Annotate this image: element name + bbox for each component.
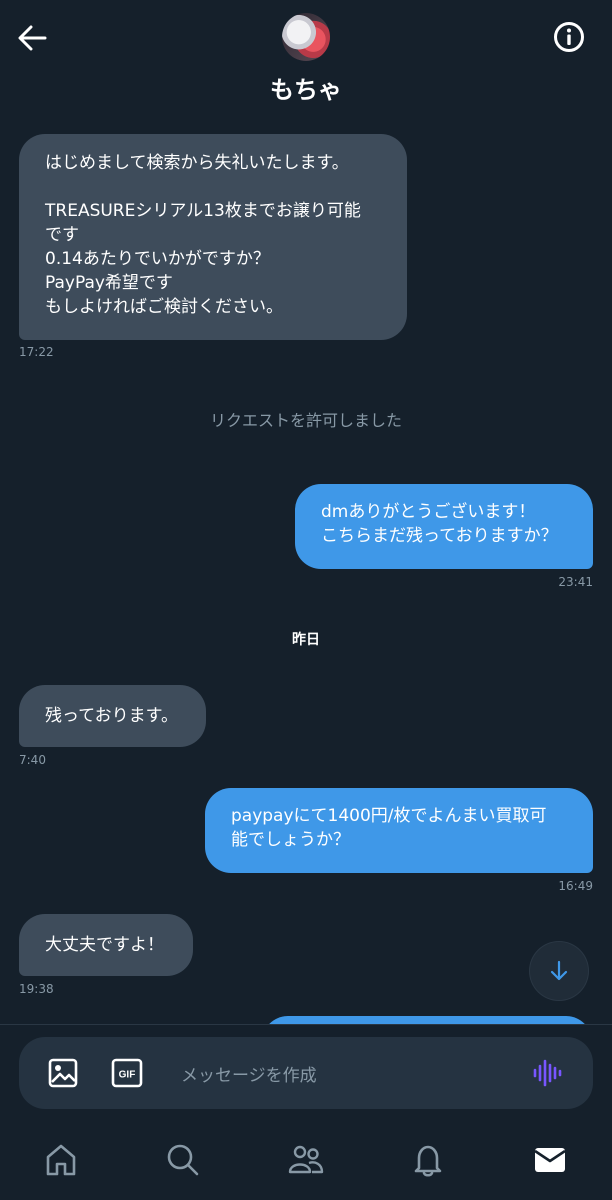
gif-label: GIF [119,1070,136,1081]
bottom-tab-bar [0,1124,612,1200]
tab-home[interactable] [39,1138,83,1182]
message-timestamp: 7:40 [19,753,46,767]
gif-icon: GIF [111,1058,143,1088]
tab-notifications[interactable] [406,1138,450,1182]
contact-name[interactable]: もちゃ [0,70,612,105]
scroll-to-bottom-button[interactable] [530,942,588,1000]
info-icon [554,22,584,52]
message-bubble-incoming[interactable]: 大丈夫ですよ！ [19,914,193,976]
message-bubble-outgoing[interactable]: paypayにて1400円/枚でよんまい買取可 能でしょうか？ [205,788,593,873]
gif-button[interactable]: GIF [111,1057,143,1089]
image-icon [48,1058,78,1088]
system-message: リクエストを許可しました [209,411,402,430]
message-bubble-incoming[interactable]: はじめまして検索から失礼いたします。 TREASUREシリアル13枚までお譲り可… [19,134,407,340]
communities-icon [288,1145,324,1174]
message-timestamp: 23:41 [558,575,593,589]
back-button[interactable] [14,20,50,56]
search-icon [167,1144,199,1176]
message-input[interactable]: メッセージを作成 [181,1061,317,1086]
notifications-icon [414,1145,442,1177]
message-bubble-incoming[interactable]: 残っております。 [19,685,206,747]
tab-search[interactable] [161,1138,205,1182]
voice-button[interactable] [531,1057,563,1089]
avatar[interactable] [282,13,330,61]
info-button[interactable] [552,20,586,54]
tab-messages[interactable] [528,1138,572,1182]
arrow-down-icon [550,960,568,981]
tab-communities[interactable] [284,1138,328,1182]
message-timestamp: 16:49 [558,879,593,893]
home-icon [46,1144,76,1176]
date-separator: 昨日 [292,632,320,648]
message-timestamp: 17:22 [19,345,54,359]
arrow-left-icon [18,25,47,51]
voice-icon [533,1059,562,1087]
message-bubble-outgoing[interactable]: dmありがとうございます！ こちらまだ残っておりますか？ [295,484,593,569]
image-button[interactable] [47,1057,79,1089]
messages-icon [534,1148,566,1172]
conversation-header: もちゃ [0,0,612,120]
message-timestamp: 19:38 [19,982,54,996]
message-composer[interactable]: GIF メッセージを作成 [19,1037,593,1109]
